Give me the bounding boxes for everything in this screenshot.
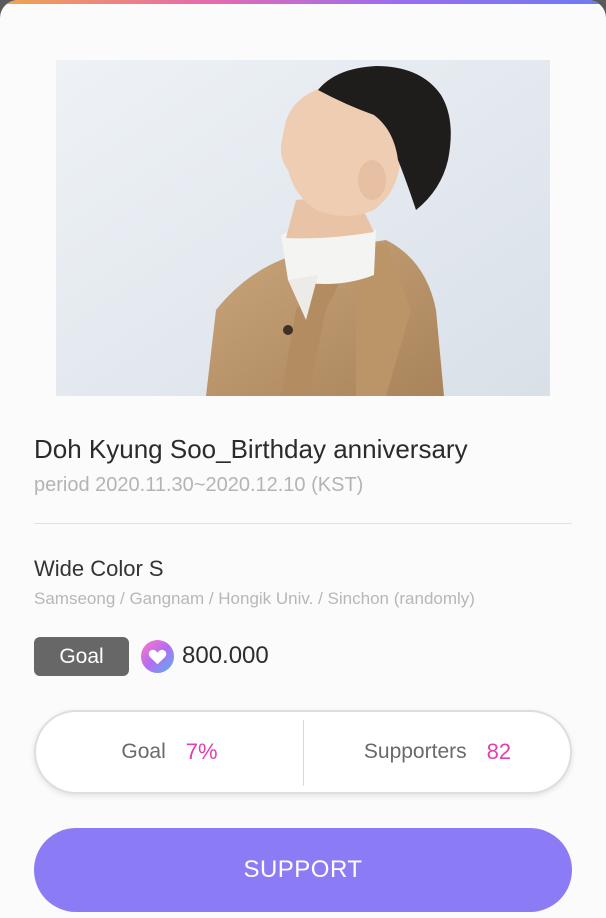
stats-box: Goal 7% Supporters 82	[34, 710, 572, 794]
supporters-label: Supporters	[363, 740, 467, 763]
goal-stat-label: Goal	[121, 740, 166, 763]
campaign-photo	[56, 60, 550, 396]
goal-badge: Goal	[34, 637, 129, 676]
campaign-title: Doh Kyung Soo_Birthday anniversary	[34, 434, 468, 464]
divider	[34, 523, 572, 524]
supporters-stat: Supporters 82	[304, 712, 571, 792]
goal-stat: Goal 7%	[36, 712, 303, 792]
top-gradient-strip	[0, 0, 606, 4]
product-name: Wide Color S	[34, 556, 164, 581]
goal-amount: 800.000	[182, 642, 269, 669]
campaign-card: Doh Kyung Soo_Birthday anniversary perio…	[0, 0, 606, 918]
product-locations: Samseong / Gangnam / Hongik Univ. / Sinc…	[34, 589, 475, 608]
goal-stat-value: 7%	[185, 739, 218, 764]
heart-icon	[140, 639, 175, 674]
campaign-period: period 2020.11.30~2020.12.10 (KST)	[34, 474, 364, 496]
support-button[interactable]: SUPPORT	[34, 828, 572, 912]
supporters-value: 82	[486, 739, 512, 764]
